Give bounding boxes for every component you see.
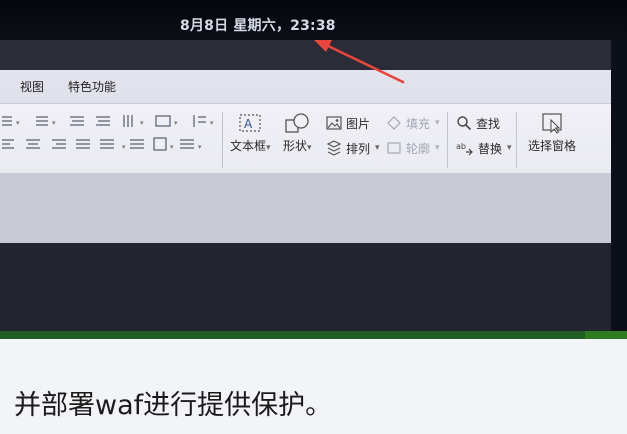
picture-label: 图片 xyxy=(346,116,371,131)
replace-button[interactable]: ab 替换 ▾ xyxy=(456,137,512,159)
document-dark-region xyxy=(0,243,611,333)
green-divider-strip xyxy=(0,331,627,339)
ribbon-divider xyxy=(447,112,448,168)
fill-button[interactable]: 填充 ▾ xyxy=(386,112,440,134)
svg-text:▾: ▾ xyxy=(140,119,144,127)
subtitle-caption: 并部署waf进行提供保护。 xyxy=(14,390,333,421)
picture-button[interactable]: 图片 xyxy=(326,112,370,134)
shapes-icon xyxy=(285,113,309,133)
document-canvas xyxy=(0,173,611,243)
paragraph-tools-icons[interactable]: ▾ ▾ ▾ ▾ ▾ ▾ ▾ ▾ xyxy=(0,109,215,155)
subtitle-area: 并部署waf进行提供保护。 xyxy=(0,339,627,434)
find-button[interactable]: 查找 xyxy=(456,112,500,134)
svg-text:▾: ▾ xyxy=(52,119,56,127)
svg-text:▾: ▾ xyxy=(210,119,214,127)
outline-button[interactable]: 轮廓 ▾ xyxy=(386,137,440,159)
ribbon-divider xyxy=(222,112,223,168)
replace-icon: ab xyxy=(456,142,473,156)
menu-item-special-features[interactable]: 特色功能 xyxy=(68,78,116,95)
ribbon-divider xyxy=(516,112,517,168)
arrange-button[interactable]: 排列 ▾ xyxy=(326,137,380,159)
shapes-button[interactable]: 形状▾ xyxy=(283,112,312,154)
outline-label: 轮廓 xyxy=(406,141,431,156)
selection-pane-icon xyxy=(542,113,562,134)
outline-icon xyxy=(387,142,401,154)
menu-bar: 视图 特色功能 xyxy=(0,70,611,103)
picture-icon xyxy=(326,116,342,130)
arrange-label: 排列 xyxy=(346,141,371,156)
selection-pane-label: 选择窗格 xyxy=(528,139,577,153)
search-icon xyxy=(457,116,472,131)
text-box-label: 文本框 xyxy=(230,139,267,153)
find-label: 查找 xyxy=(476,116,501,131)
arrange-icon xyxy=(326,140,342,156)
svg-text:A: A xyxy=(244,117,253,131)
svg-text:▾: ▾ xyxy=(198,143,202,151)
shapes-label: 形状 xyxy=(283,139,308,153)
svg-text:▾: ▾ xyxy=(170,143,174,151)
selection-pane-button[interactable]: 选择窗格 xyxy=(528,112,576,154)
svg-text:▾: ▾ xyxy=(122,143,126,151)
replace-label: 替换 xyxy=(478,141,503,156)
svg-text:▾: ▾ xyxy=(174,119,178,127)
text-box-button[interactable]: A 文本框▾ xyxy=(230,112,271,154)
screenshot-frame: 8月8日 星期六，23:38 视图 特色功能 ▾ ▾ ▾ ▾ ▾ ▾ ▾ ▾ A… xyxy=(0,0,627,434)
text-box-icon: A xyxy=(239,114,261,132)
application-window: 视图 特色功能 ▾ ▾ ▾ ▾ ▾ ▾ ▾ ▾ A 文本框▾ 形状▾ 图片 排列… xyxy=(0,40,611,340)
datetime-label: 8月8日 星期六，23:38 xyxy=(180,18,336,34)
svg-text:ab: ab xyxy=(456,142,466,151)
fill-icon xyxy=(387,116,401,130)
top-status-bar: 8月8日 星期六，23:38 xyxy=(0,0,627,44)
svg-text:▾: ▾ xyxy=(16,119,20,127)
menu-item-view[interactable]: 视图 xyxy=(20,78,44,95)
fill-label: 填充 xyxy=(406,116,431,131)
